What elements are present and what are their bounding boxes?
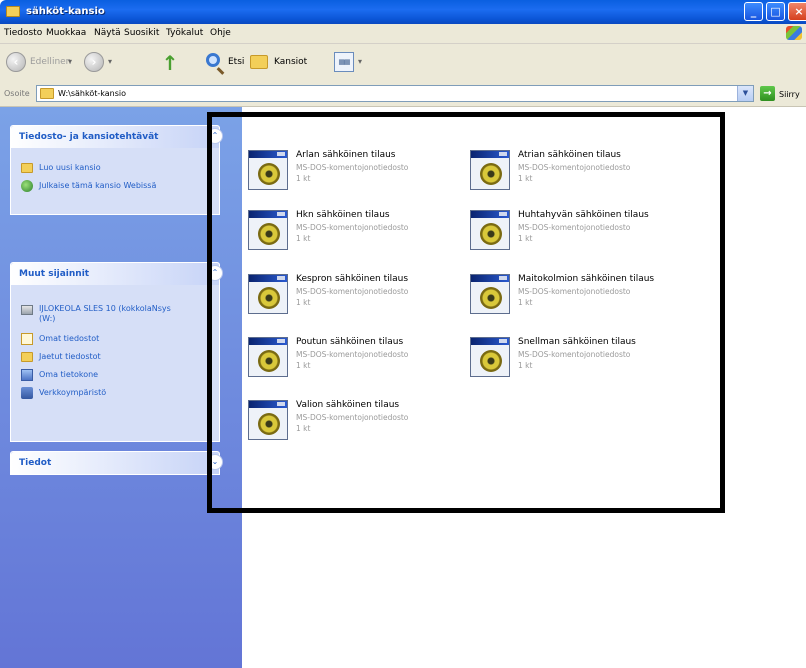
forward-button[interactable]: › ▾	[84, 52, 118, 74]
documents-icon	[21, 333, 33, 345]
maximize-button[interactable]: □	[766, 2, 785, 21]
folder-icon	[6, 6, 20, 17]
folder-icon	[40, 88, 54, 99]
new-folder-icon	[21, 163, 33, 173]
other-places-panel: Muut sijainnit ⌃ IJLOKEOLA SLES 10 (kokk…	[10, 262, 223, 442]
minimize-button[interactable]: _	[744, 2, 763, 21]
address-dropdown-icon[interactable]: ▼	[737, 86, 753, 101]
network-drive-icon	[21, 305, 33, 315]
task-pane: Tiedosto- ja kansiotehtävät ⌃ Luo uusi k…	[0, 107, 242, 668]
task-label: Luo uusi kansio	[39, 163, 101, 172]
menu-file[interactable]: Tiedosto	[4, 28, 42, 38]
up-button[interactable]: ↑	[160, 52, 182, 74]
highlight-frame	[207, 112, 725, 513]
shared-folder-icon	[21, 352, 33, 362]
menu-favorites[interactable]: Suosikit	[124, 28, 159, 38]
task-label: Julkaise tämä kansio Webissä	[39, 181, 157, 190]
globe-icon	[21, 180, 33, 192]
menu-view[interactable]: Näytä	[94, 28, 121, 38]
menu-edit[interactable]: Muokkaa	[46, 28, 86, 38]
address-bar: Osoite W:\sähköt-kansio ▼ → Siirry	[0, 82, 806, 107]
file-tasks-panel: Tiedosto- ja kansiotehtävät ⌃ Luo uusi k…	[10, 125, 223, 215]
place-label: Oma tietokone	[39, 370, 99, 379]
file-tasks-header[interactable]: Tiedosto- ja kansiotehtävät ⌃	[11, 126, 223, 148]
place-label: Jaetut tiedostot	[39, 352, 101, 361]
back-button[interactable]: ‹ Edellinen ▾	[6, 52, 76, 74]
search-button[interactable]: Etsi	[206, 52, 250, 74]
other-places-header[interactable]: Muut sijainnit ⌃	[11, 263, 223, 285]
place-label: IJLOKEOLA SLES 10 (kokkolaNsys (W:)	[39, 304, 171, 323]
chevron-down-icon: ▾	[358, 57, 363, 66]
windows-logo-icon	[786, 26, 802, 40]
chevron-down-icon: ▾	[68, 57, 73, 66]
close-button[interactable]: ×	[788, 2, 806, 21]
folders-icon	[250, 55, 268, 69]
details-panel: Tiedot ⌄	[10, 451, 223, 475]
toolbar: ‹ Edellinen ▾ › ▾ ↑ Etsi Kansiot ▦▦ ▾	[0, 44, 806, 83]
go-button[interactable]: Siirry	[779, 90, 800, 99]
chevron-down-icon: ▾	[108, 57, 113, 66]
title-bar[interactable]: sähköt-kansio _ □ ×	[0, 0, 806, 24]
go-arrow-icon[interactable]: →	[760, 86, 775, 101]
place-label: Verkkoympäristö	[39, 388, 107, 397]
network-icon	[21, 387, 33, 399]
address-path: W:\sähköt-kansio	[58, 89, 126, 98]
forward-arrow-icon: ›	[84, 52, 104, 72]
folders-button[interactable]: Kansiot	[250, 52, 316, 74]
details-title: Tiedot	[19, 458, 52, 468]
folders-label: Kansiot	[274, 57, 308, 67]
views-icon: ▦▦	[334, 52, 354, 72]
window-title: sähköt-kansio	[26, 6, 105, 17]
details-header[interactable]: Tiedot ⌄	[11, 452, 223, 474]
search-label: Etsi	[228, 57, 245, 67]
back-arrow-icon: ‹	[6, 52, 26, 72]
computer-icon	[21, 369, 33, 381]
menu-bar: Tiedosto Muokkaa Näytä Suosikit Työkalut…	[0, 24, 806, 44]
menu-tools[interactable]: Työkalut	[166, 28, 203, 38]
views-button[interactable]: ▦▦ ▾	[334, 52, 368, 74]
address-label: Osoite	[4, 89, 30, 98]
other-places-title: Muut sijainnit	[19, 269, 90, 279]
place-label: Omat tiedostot	[39, 334, 100, 343]
search-icon	[206, 53, 220, 67]
menu-help[interactable]: Ohje	[210, 28, 231, 38]
folder-up-icon: ↑	[161, 51, 179, 75]
file-tasks-title: Tiedosto- ja kansiotehtävät	[19, 132, 159, 142]
back-label: Edellinen	[30, 57, 72, 67]
address-input[interactable]: W:\sähköt-kansio ▼	[36, 85, 754, 102]
